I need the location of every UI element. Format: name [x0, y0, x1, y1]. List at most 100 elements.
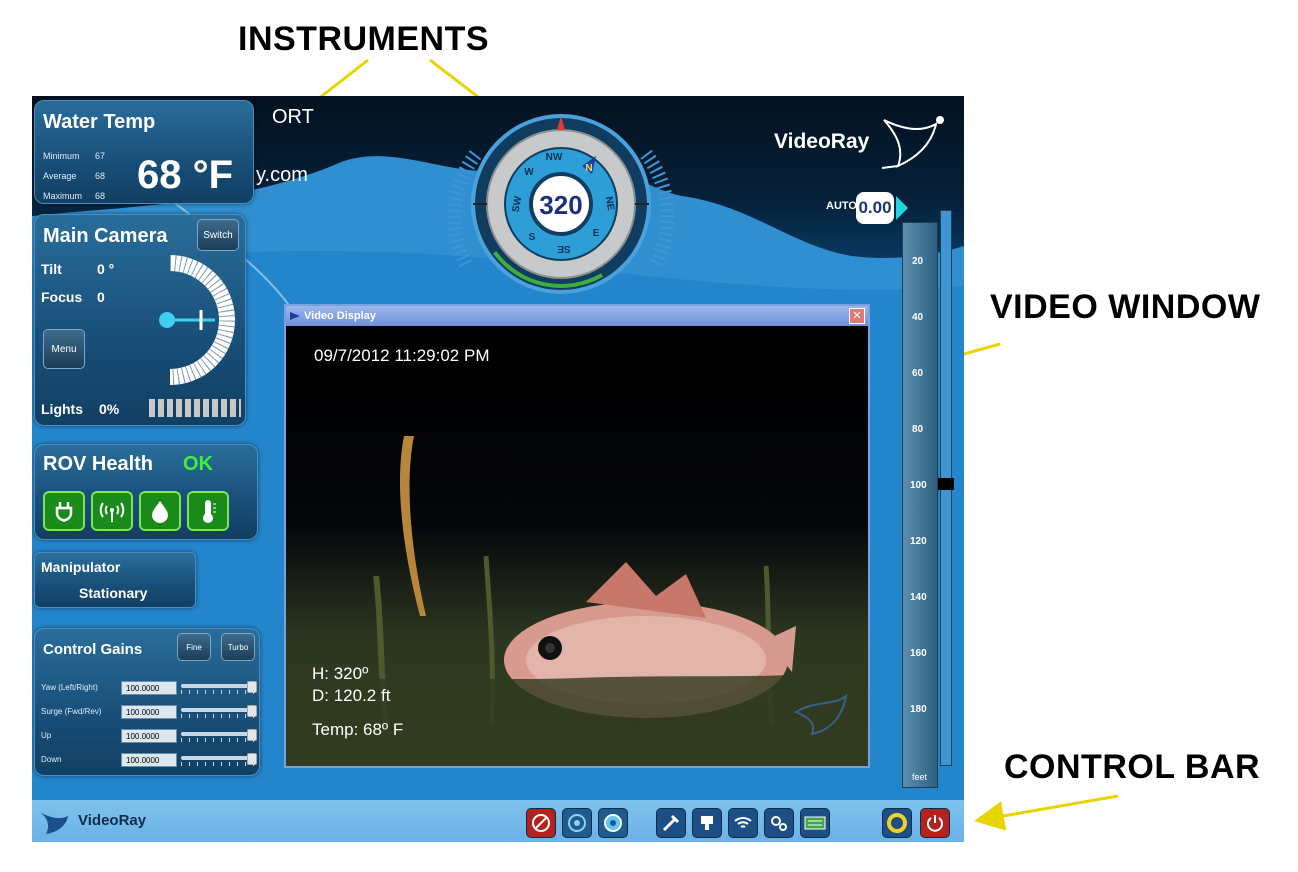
- video-app-icon: [290, 312, 300, 320]
- compass-heading: 320: [539, 190, 582, 220]
- video-timestamp: 09/7/2012 11:29:02 PM: [314, 346, 490, 365]
- tilt-value: 0 °: [97, 261, 115, 277]
- gain-slider-ticks: [181, 738, 257, 742]
- camera-switch-button[interactable]: Switch: [197, 219, 239, 251]
- keyboard-icon[interactable]: [800, 808, 830, 838]
- lights-value: 0%: [99, 401, 120, 417]
- settings-icon[interactable]: [764, 808, 794, 838]
- depth-unit-label: feet: [912, 772, 928, 782]
- gain-row-up: Up 100.0000: [41, 727, 257, 747]
- lights-level-bar[interactable]: [149, 399, 241, 417]
- gain-value-input[interactable]: 100.0000: [121, 681, 177, 695]
- control-gains-title: Control Gains: [43, 641, 143, 658]
- main-camera-panel: Main Camera Switch Tilt 0 ° Focus 0 Menu…: [34, 214, 246, 426]
- manipulator-icon[interactable]: [692, 808, 722, 838]
- camera-menu-button[interactable]: Menu: [43, 329, 85, 369]
- video-heading: H: 320º: [312, 664, 369, 683]
- temp-average-label: Average: [43, 171, 77, 181]
- gain-label: Surge (Fwd/Rev): [41, 707, 102, 716]
- video-display-window[interactable]: Video Display ✕ 09/7/2012 11:29:02 PM H:…: [284, 304, 870, 768]
- depth-tick-180: 180: [910, 704, 927, 715]
- depth-tick-80: 80: [912, 424, 924, 435]
- temp-average-value: 68: [95, 171, 106, 181]
- compass-label-n: N: [585, 163, 592, 174]
- tilt-gauge[interactable]: [155, 255, 245, 385]
- gain-label: Up: [41, 731, 52, 740]
- callout-control-bar: CONTROL BAR: [1004, 748, 1261, 786]
- camera-icon[interactable]: [562, 808, 592, 838]
- signal-icon: [91, 491, 133, 531]
- callout-video-window: VIDEO WINDOW: [990, 288, 1261, 326]
- depth-tick-120: 120: [910, 536, 927, 547]
- background-text-url: y.com: [256, 164, 308, 186]
- wifi-icon[interactable]: [728, 808, 758, 838]
- tools-icon[interactable]: [656, 808, 686, 838]
- temp-minimum-value: 67: [95, 151, 106, 161]
- gain-row-down: Down 100.0000: [41, 751, 257, 771]
- power-icon[interactable]: [920, 808, 950, 838]
- callout-instruments: INSTRUMENTS: [238, 20, 490, 58]
- depth-tick-40: 40: [912, 312, 924, 323]
- depth-auto-value[interactable]: 0.00: [856, 192, 894, 224]
- compass-label-se: SE: [557, 243, 571, 254]
- control-bar-brand: VideoRay: [78, 812, 147, 829]
- depth-tick-100: 100: [910, 480, 927, 491]
- water-temp-panel: Water Temp Minimum 67 Average 68 Maximum…: [34, 100, 254, 204]
- depth-tick-20: 20: [912, 256, 924, 267]
- compass-instrument: 320 NW N NE E SE S SW W: [447, 114, 675, 294]
- water-drop-icon: [139, 491, 181, 531]
- rov-health-status: OK: [183, 453, 213, 475]
- compass-label-s: S: [529, 232, 536, 243]
- temp-maximum-label: Maximum: [43, 191, 83, 201]
- gain-label: Down: [41, 755, 62, 764]
- depth-auto-label: AUTO: [826, 200, 857, 212]
- gain-value-input[interactable]: 100.0000: [121, 729, 177, 743]
- compass-label-nw: NW: [546, 152, 563, 163]
- gain-row-yaw: Yaw (Left/Right) 100.0000: [41, 679, 257, 699]
- gain-slider[interactable]: [181, 729, 257, 741]
- lights-label: Lights: [41, 401, 83, 417]
- power-icon: [43, 491, 85, 531]
- video-temp: Temp: 68º F: [312, 720, 404, 739]
- video-close-button[interactable]: ✕: [849, 308, 865, 324]
- stop-icon[interactable]: [526, 808, 556, 838]
- gain-slider[interactable]: [181, 753, 257, 765]
- manipulator-title: Manipulator: [41, 559, 121, 575]
- manipulator-state: Stationary: [79, 585, 148, 601]
- depth-tick-140: 140: [910, 592, 927, 603]
- arrow-control-bar: [974, 794, 1119, 831]
- videoray-logo-text: VideoRay: [774, 130, 870, 153]
- gain-slider[interactable]: [181, 681, 257, 693]
- gain-slider[interactable]: [181, 705, 257, 717]
- depth-tick-60: 60: [912, 368, 924, 379]
- compass-label-e: E: [593, 228, 600, 239]
- depth-tick-160: 160: [910, 648, 927, 659]
- manta-ray-icon: [881, 116, 944, 169]
- gain-slider-ticks: [181, 690, 257, 694]
- camera-alt-icon[interactable]: [598, 808, 628, 838]
- manipulator-panel: Manipulator Stationary: [34, 552, 196, 608]
- compass-label-w: W: [524, 167, 534, 178]
- gain-value-input[interactable]: 100.0000: [121, 705, 177, 719]
- gains-turbo-button[interactable]: Turbo: [221, 633, 255, 661]
- water-temp-title: Water Temp: [43, 111, 156, 133]
- main-camera-title: Main Camera: [43, 225, 168, 247]
- gain-row-surge: Surge (Fwd/Rev) 100.0000: [41, 703, 257, 723]
- videoray-brand-icon: [40, 812, 68, 834]
- video-titlebar[interactable]: Video Display: [286, 306, 868, 326]
- gain-slider-ticks: [181, 714, 257, 718]
- gains-fine-button[interactable]: Fine: [177, 633, 211, 661]
- control-gains-panel: Control Gains Fine Turbo Yaw (Left/Right…: [34, 628, 260, 776]
- temp-current-value: 68 °F: [137, 153, 234, 197]
- background-text-port: ORT: [272, 106, 314, 128]
- focus-value: 0: [97, 289, 105, 305]
- videoray-app-window: ORT y.com Water Temp Minimum 67 Average …: [32, 96, 964, 842]
- gain-value-input[interactable]: 100.0000: [121, 753, 177, 767]
- record-icon[interactable]: [882, 808, 912, 838]
- rov-health-panel: ROV Health OK: [34, 444, 258, 540]
- depth-current-marker: [938, 478, 954, 490]
- rov-health-title: ROV Health: [43, 453, 154, 475]
- temp-maximum-value: 68: [95, 191, 106, 201]
- tilt-label: Tilt: [41, 261, 62, 277]
- control-bar: VideoRay: [32, 800, 964, 842]
